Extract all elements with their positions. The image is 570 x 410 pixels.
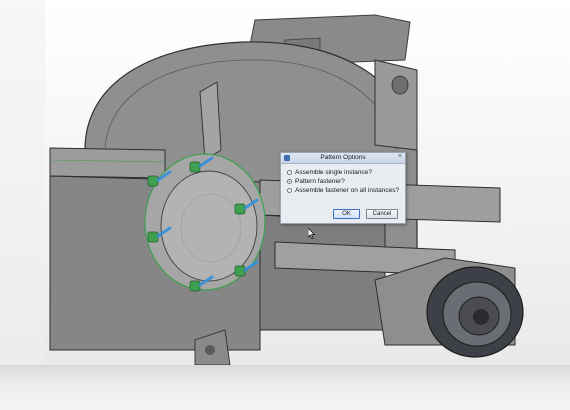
- ok-button[interactable]: OK: [333, 209, 360, 219]
- close-icon[interactable]: ×: [398, 153, 402, 160]
- option-label: Assemble single instance?: [295, 168, 372, 176]
- cancel-button[interactable]: Cancel: [366, 209, 398, 219]
- option-label: Pattern fastener?: [295, 177, 345, 185]
- radio-button[interactable]: [287, 169, 292, 175]
- option-assemble-all-instances[interactable]: Assemble fastener on all instances?: [287, 186, 399, 194]
- radio-button-selected[interactable]: [287, 178, 292, 184]
- option-label: Assemble fastener on all instances?: [295, 186, 400, 194]
- dialog-titlebar[interactable]: Pattern Options ×: [281, 153, 405, 164]
- option-assemble-single-instance[interactable]: Assemble single instance?: [287, 168, 372, 176]
- radio-button[interactable]: [287, 187, 292, 193]
- bottom-shadow: [0, 365, 570, 410]
- dialog-title: Pattern Options: [320, 154, 366, 161]
- pattern-options-dialog[interactable]: Pattern Options × Assemble single instan…: [280, 152, 406, 224]
- option-pattern-fastener[interactable]: Pattern fastener?: [287, 177, 345, 185]
